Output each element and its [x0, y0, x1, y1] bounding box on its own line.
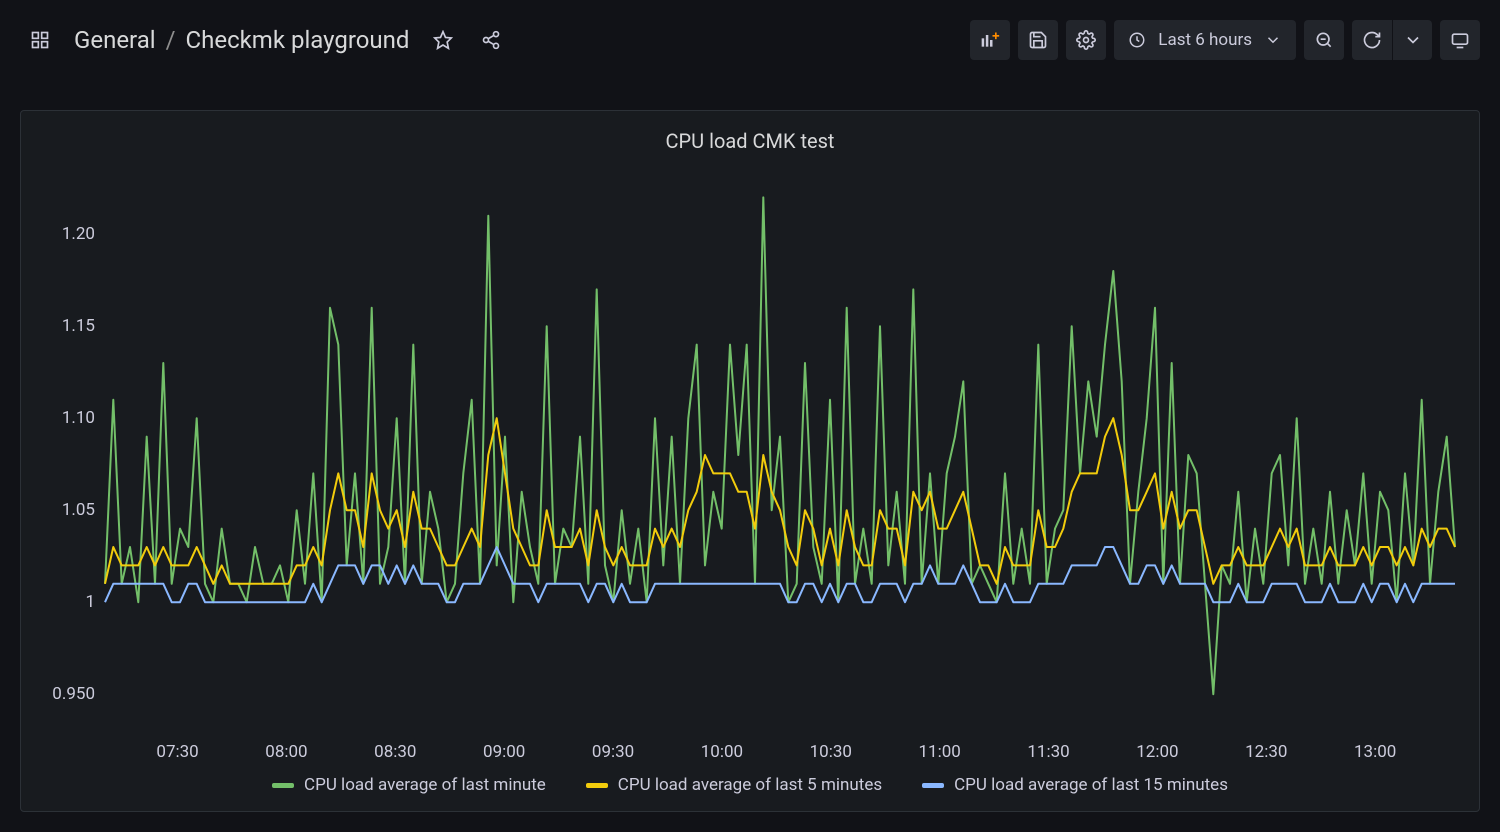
refresh-button[interactable] [1352, 20, 1392, 60]
svg-text:1.10: 1.10 [62, 408, 95, 428]
svg-text:10:30: 10:30 [810, 742, 852, 762]
svg-text:0.950: 0.950 [52, 684, 95, 704]
svg-text:09:00: 09:00 [483, 742, 525, 762]
refresh-interval-button[interactable] [1392, 20, 1432, 60]
breadcrumb-sep: / [166, 26, 176, 54]
legend-label: CPU load average of last 5 minutes [618, 775, 882, 795]
svg-text:12:30: 12:30 [1245, 742, 1287, 762]
svg-text:12:00: 12:00 [1136, 742, 1178, 762]
legend-item-1min[interactable]: CPU load average of last minute [272, 775, 546, 795]
save-button[interactable] [1018, 20, 1058, 60]
svg-text:08:00: 08:00 [265, 742, 307, 762]
svg-text:13:00: 13:00 [1354, 742, 1396, 762]
legend-swatch [922, 783, 944, 788]
top-toolbar: General / Checkmk playground Last 6 hour… [0, 0, 1500, 88]
breadcrumb-title[interactable]: Checkmk playground [186, 26, 410, 54]
legend-swatch [586, 783, 608, 788]
settings-button[interactable] [1066, 20, 1106, 60]
svg-text:11:00: 11:00 [919, 742, 961, 762]
chart-legend: CPU load average of last minute CPU load… [33, 767, 1467, 799]
svg-text:1.20: 1.20 [62, 224, 95, 244]
svg-text:09:30: 09:30 [592, 742, 634, 762]
legend-swatch [272, 783, 294, 788]
legend-item-15min[interactable]: CPU load average of last 15 minutes [922, 775, 1228, 795]
svg-text:07:30: 07:30 [156, 742, 198, 762]
svg-text:1: 1 [85, 592, 95, 612]
svg-text:1.05: 1.05 [62, 500, 95, 520]
svg-text:08:30: 08:30 [374, 742, 416, 762]
chevron-down-icon [1264, 31, 1282, 49]
breadcrumb: General / Checkmk playground [74, 26, 409, 54]
panel-title[interactable]: CPU load CMK test [33, 129, 1467, 153]
clock-icon [1128, 31, 1146, 49]
chart-panel: CPU load CMK test 0.950 1 1.05 1.10 1.15 1.20… [20, 110, 1480, 812]
star-icon[interactable] [423, 20, 463, 60]
dashboards-icon[interactable] [20, 20, 60, 60]
svg-text:10:00: 10:00 [701, 742, 743, 762]
time-range-label: Last 6 hours [1158, 30, 1252, 50]
share-icon[interactable] [471, 20, 511, 60]
breadcrumb-folder[interactable]: General [74, 26, 156, 54]
time-range-picker[interactable]: Last 6 hours [1114, 20, 1296, 60]
legend-label: CPU load average of last minute [304, 775, 546, 795]
chart-area[interactable]: 0.950 1 1.05 1.10 1.15 1.20 07:30 08:00 08:30 09:… [33, 159, 1467, 767]
legend-item-5min[interactable]: CPU load average of last 5 minutes [586, 775, 882, 795]
svg-text:11:30: 11:30 [1027, 742, 1069, 762]
add-panel-button[interactable] [970, 20, 1010, 60]
refresh-group [1352, 20, 1432, 60]
cycle-view-button[interactable] [1440, 20, 1480, 60]
legend-label: CPU load average of last 15 minutes [954, 775, 1228, 795]
svg-text:1.15: 1.15 [62, 316, 95, 336]
zoom-out-button[interactable] [1304, 20, 1344, 60]
